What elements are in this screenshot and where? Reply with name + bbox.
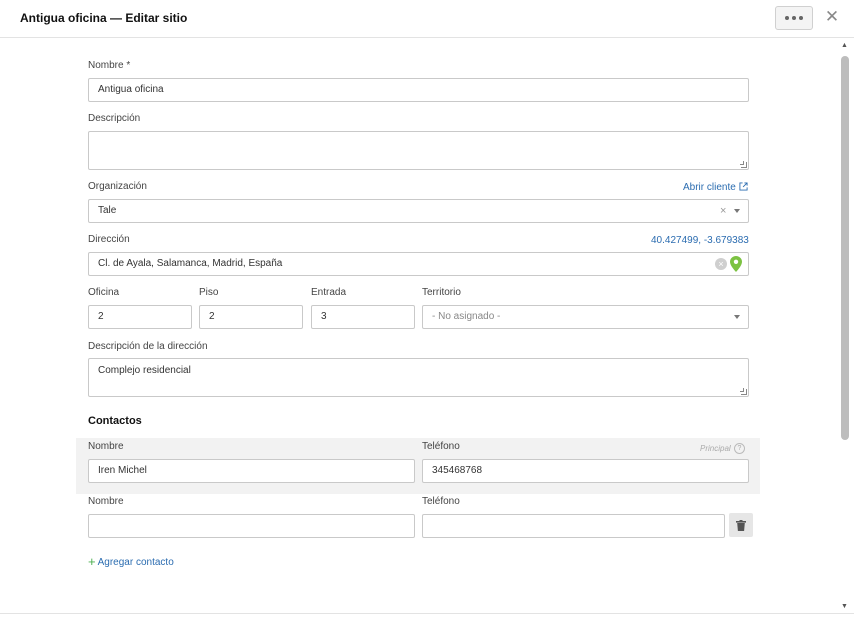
organization-label: Organización xyxy=(88,181,147,192)
more-dot-icon xyxy=(792,16,796,20)
help-icon[interactable]: ? xyxy=(734,443,745,454)
territory-label: Territorio xyxy=(422,287,461,298)
scrollbar[interactable]: ▲ ▼ xyxy=(840,42,850,610)
scroll-down-icon[interactable]: ▼ xyxy=(841,603,848,610)
principal-label: Principal xyxy=(700,444,731,453)
description-textarea[interactable] xyxy=(88,131,749,170)
contact-phone-label: Teléfono xyxy=(422,441,460,452)
more-dot-icon xyxy=(785,16,789,20)
contact-phone-label: Teléfono xyxy=(422,496,460,507)
entrance-label: Entrada xyxy=(311,287,347,298)
office-label: Oficina xyxy=(88,287,120,298)
description-label: Descripción xyxy=(88,113,141,124)
chevron-down-icon xyxy=(734,209,740,213)
dialog-title: Antigua oficina — Editar sitio xyxy=(20,11,188,25)
territory-value: - No asignado - xyxy=(432,311,501,322)
chevron-down-icon xyxy=(734,315,740,319)
address-value: Cl. de Ayala, Salamanca, Madrid, España xyxy=(98,258,283,269)
clear-icon[interactable]: × xyxy=(720,200,726,222)
dialog-footer xyxy=(0,613,854,621)
organization-value: Tale xyxy=(98,205,117,216)
more-dot-icon xyxy=(799,16,803,20)
address-label: Dirección xyxy=(88,234,130,245)
name-label: Nombre * xyxy=(88,60,131,71)
name-input[interactable]: Antigua oficina xyxy=(88,78,749,102)
plus-icon: + xyxy=(88,554,96,569)
add-contact-link[interactable]: + Agregar contacto xyxy=(88,553,174,569)
territory-select[interactable]: - No asignado - xyxy=(422,305,749,329)
address-description-text: Complejo residencial xyxy=(98,365,191,376)
dialog-header: Antigua oficina — Editar sitio ✕ xyxy=(0,0,854,38)
contact-phone-input[interactable]: 345468768 xyxy=(422,459,749,483)
delete-contact-button[interactable] xyxy=(729,513,753,537)
address-description-label: Descripción de la dirección xyxy=(88,341,208,352)
floor-label: Piso xyxy=(199,287,219,298)
coordinates-link[interactable]: 40.427499, -3.679383 xyxy=(651,235,749,246)
contact-name-label: Nombre xyxy=(88,496,124,507)
map-pin-icon[interactable] xyxy=(730,256,742,272)
add-contact-label: Agregar contacto xyxy=(97,557,174,568)
resize-handle-icon[interactable] xyxy=(740,161,747,168)
resize-handle-icon[interactable] xyxy=(740,388,747,395)
office-input[interactable]: 2 xyxy=(88,305,192,329)
address-input[interactable]: Cl. de Ayala, Salamanca, Madrid, España … xyxy=(88,252,749,276)
organization-select[interactable]: Tale × xyxy=(88,199,749,223)
more-options-button[interactable] xyxy=(775,6,813,30)
external-link-icon xyxy=(739,182,748,191)
address-description-textarea[interactable]: Complejo residencial xyxy=(88,358,749,397)
scrollbar-thumb[interactable] xyxy=(841,56,849,440)
contact-name-input[interactable]: Iren Michel xyxy=(88,459,415,483)
open-client-label: Abrir cliente xyxy=(683,182,736,193)
contact-name-input[interactable] xyxy=(88,514,415,538)
close-button[interactable]: ✕ xyxy=(823,6,841,28)
contacts-section-title: Contactos xyxy=(88,415,142,427)
entrance-input[interactable]: 3 xyxy=(311,305,415,329)
contact-name-label: Nombre xyxy=(88,441,124,452)
contact-phone-input[interactable] xyxy=(422,514,725,538)
floor-input[interactable]: 2 xyxy=(199,305,303,329)
scroll-up-icon[interactable]: ▲ xyxy=(841,42,848,49)
clear-circle-icon[interactable]: × xyxy=(715,258,727,270)
trash-icon xyxy=(736,519,746,531)
open-client-link[interactable]: Abrir cliente xyxy=(683,181,748,193)
